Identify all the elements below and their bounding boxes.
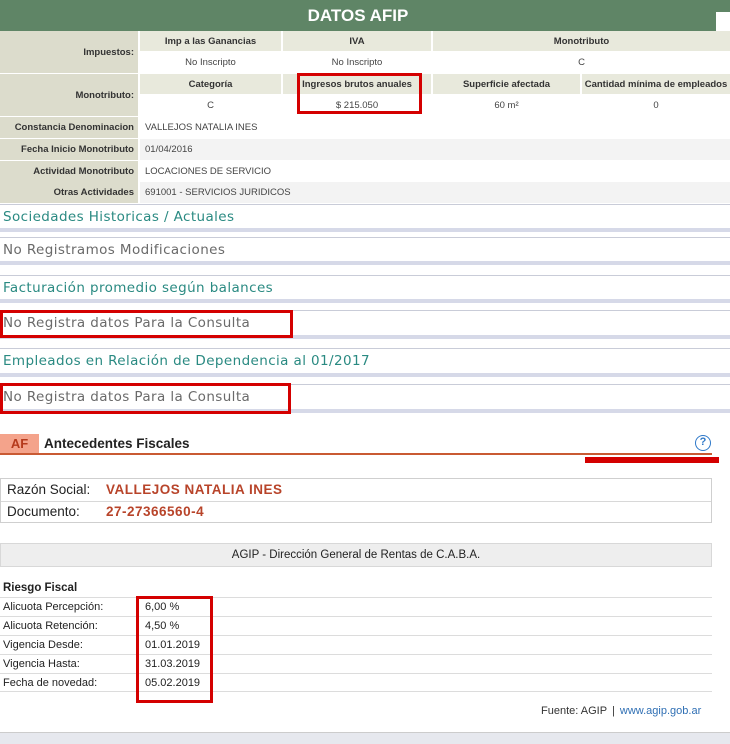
tax-value-iva: No Inscripto	[283, 52, 431, 73]
facturacion-title: Facturación promedio según balances	[0, 275, 730, 303]
riesgo-fiscal-title: Riesgo Fiscal	[3, 582, 78, 594]
info-divider	[1, 501, 711, 502]
table-row: Alicuota Retención: 4,50 %	[0, 616, 712, 635]
row-value-constancia: VALLEJOS NATALIA INES	[140, 117, 730, 138]
impuestos-label: Impuestos:	[0, 31, 138, 73]
tax-value-ganancias: No Inscripto	[140, 52, 281, 73]
riesgo-label: Alicuota Retención:	[3, 620, 98, 632]
afip-header-title: DATOS AFIP	[0, 0, 716, 31]
riesgo-label: Alicuota Percepción:	[3, 601, 104, 613]
highlight-riesgo-values	[136, 596, 213, 703]
razon-social-label: Razón Social:	[7, 482, 91, 497]
af-badge: AF	[0, 434, 39, 453]
fuente-label: Fuente: AGIP	[541, 705, 608, 717]
tax-header-ganancias: Imp a las Ganancias	[140, 31, 281, 51]
sociedades-title: Sociedades Historicas / Actuales	[0, 204, 730, 232]
mono-value-empleados: 0	[582, 95, 730, 116]
row-value-fecha-inicio: 01/04/2016	[140, 139, 730, 160]
row-label-actividad: Actividad Monotributo	[0, 161, 138, 182]
row-label-otras: Otras Actividades	[0, 182, 138, 203]
header-corner	[716, 0, 730, 12]
row-label-constancia: Constancia Denominacion	[0, 117, 138, 138]
agip-link[interactable]: www.agip.gob.ar	[620, 705, 701, 717]
table-row: Vigencia Hasta: 31.03.2019	[0, 654, 712, 673]
monotributo-label: Monotributo:	[0, 74, 138, 116]
bottom-band	[0, 732, 730, 744]
row-value-otras: 691001 - SERVICIOS JURIDICOS	[140, 182, 730, 203]
highlight-empleados	[0, 383, 291, 414]
mono-value-categoria: C	[140, 95, 281, 116]
table-row: Alicuota Percepción: 6,00 %	[0, 597, 712, 616]
table-row: Vigencia Desde: 01.01.2019	[0, 635, 712, 654]
riesgo-label: Fecha de novedad:	[3, 677, 98, 689]
antecedentes-divider	[0, 453, 712, 455]
mono-header-empleados: Cantidad mínima de empleados	[582, 74, 730, 94]
riesgo-label: Vigencia Hasta:	[3, 658, 80, 670]
tax-header-iva: IVA	[283, 31, 431, 51]
tax-header-monotributo: Monotributo	[433, 31, 730, 51]
documento-label: Documento:	[7, 504, 80, 519]
fuente-footer: Fuente: AGIP | www.agip.gob.ar	[541, 705, 701, 717]
mono-header-categoria: Categoría	[140, 74, 281, 94]
table-row: Fecha de novedad: 05.02.2019	[0, 673, 712, 692]
agip-title-bar: AGIP - Dirección General de Rentas de C.…	[0, 543, 712, 567]
highlight-ingresos	[297, 73, 422, 114]
contribuyente-box: Razón Social: VALLEJOS NATALIA INES Docu…	[0, 478, 712, 523]
row-label-fecha-inicio: Fecha Inicio Monotributo	[0, 139, 138, 160]
tax-value-monotributo: C	[433, 52, 730, 73]
antecedentes-title: Antecedentes Fiscales	[44, 436, 190, 451]
empleados-title: Empleados en Relación de Dependencia al …	[0, 348, 730, 377]
sociedades-value: No Registramos Modificaciones	[0, 237, 730, 265]
highlight-underline	[585, 457, 719, 463]
riesgo-label: Vigencia Desde:	[3, 639, 83, 651]
mono-value-superficie: 60 m²	[433, 95, 580, 116]
razon-social-value: VALLEJOS NATALIA INES	[106, 482, 283, 497]
help-icon[interactable]: ?	[695, 435, 711, 451]
afip-data-grid: Impuestos: Imp a las Ganancias IVA Monot…	[0, 31, 730, 203]
documento-value: 27-27366560-4	[106, 504, 205, 519]
highlight-facturacion	[0, 310, 293, 338]
row-value-actividad: LOCACIONES DE SERVICIO	[140, 161, 730, 182]
fuente-separator: |	[612, 705, 615, 717]
mono-header-superficie: Superficie afectada	[433, 74, 580, 94]
